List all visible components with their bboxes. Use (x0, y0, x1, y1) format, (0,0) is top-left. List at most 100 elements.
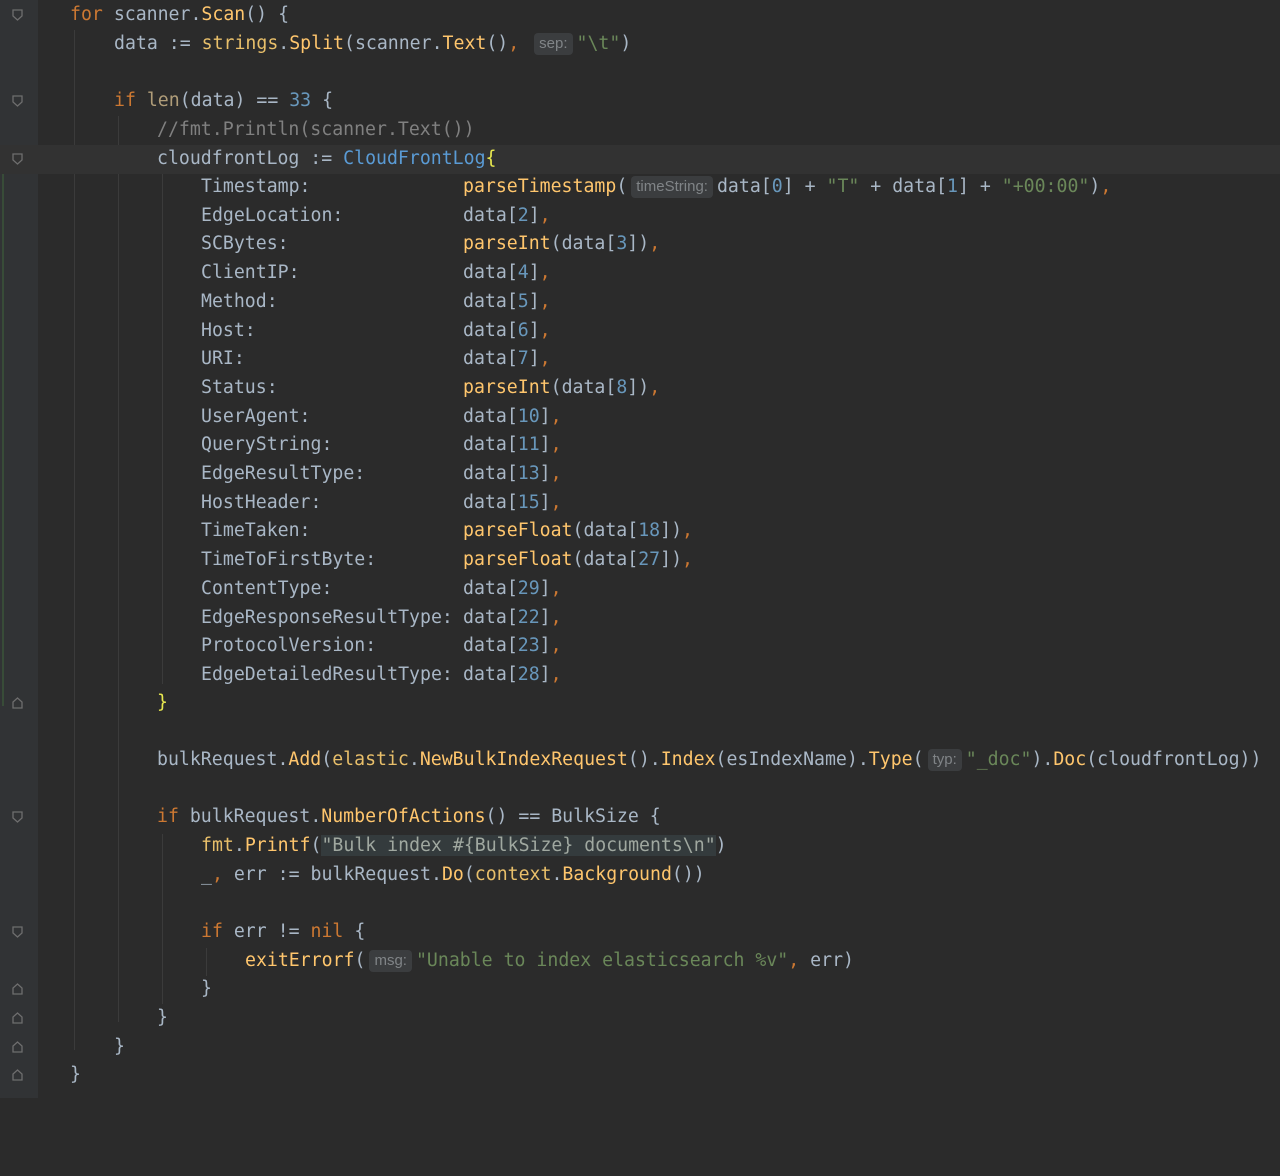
identifier: data (892, 176, 937, 197)
identifier: data (463, 434, 507, 455)
identifier: data (463, 291, 507, 312)
code-line[interactable]: URI: data[7], (0, 345, 1280, 374)
code-line[interactable]: Timestamp: parseTimestamp(timeString: dat… (0, 173, 1280, 202)
number-literal: 2 (517, 205, 529, 226)
code-line[interactable]: TimeToFirstByte: parseFloat(data[27]), (0, 546, 1280, 575)
closing-brace: } (157, 1007, 168, 1028)
number-literal: 28 (517, 664, 540, 685)
keyword: for (70, 4, 103, 25)
code-line[interactable]: EdgeLocation: data[2], (0, 202, 1280, 231)
parameter-hint: msg: (369, 950, 412, 972)
code-line[interactable]: if len(data) == 33 { (0, 87, 1280, 116)
field-name: URI: (201, 348, 245, 369)
field-name: EdgeResultType: (201, 463, 366, 484)
function-call: Background (562, 864, 672, 885)
field-name: TimeTaken: (201, 520, 311, 541)
code-line[interactable]: if err != nil { (0, 918, 1280, 947)
code-line[interactable]: for scanner.Scan() { (0, 1, 1280, 30)
code-line[interactable]: Host: data[6], (0, 317, 1280, 346)
field-name: ClientIP: (201, 262, 300, 283)
identifier: data (561, 377, 606, 398)
method-name: NumberOfActions (321, 806, 486, 827)
method-name: Split (289, 33, 344, 54)
identifier: bulkRequest (157, 749, 278, 770)
parameter-hint: typ: (927, 749, 962, 771)
string-literal: "Unable to index elasticsearch %v" (415, 950, 789, 971)
number-literal: 8 (616, 377, 628, 398)
identifier: data (463, 463, 507, 484)
number-literal: 27 (638, 549, 661, 570)
number-literal: 29 (517, 578, 540, 599)
code-line[interactable]: ClientIP: data[4], (0, 259, 1280, 288)
code-line[interactable]: ProtocolVersion: data[23], (0, 632, 1280, 661)
fold-icon[interactable] (12, 926, 23, 938)
closing-brace: } (201, 978, 212, 999)
fold-icon[interactable] (12, 95, 23, 107)
fold-end-icon[interactable] (12, 1012, 23, 1024)
fold-end-icon[interactable] (12, 1041, 23, 1053)
string-literal: "Bulk index #{BulkSize} documents\n" (321, 835, 716, 856)
identifier: data (463, 492, 507, 513)
identifier: data (463, 635, 507, 656)
code-line[interactable]: _, err := bulkRequest.Do(context.Backgro… (0, 861, 1280, 890)
field-name: HostHeader: (201, 492, 322, 513)
code-line[interactable]: EdgeResponseResultType: data[22], (0, 604, 1280, 633)
code-line[interactable]: SCBytes: parseInt(data[3]), (0, 230, 1280, 259)
code-line[interactable]: ContentType: data[29], (0, 575, 1280, 604)
code-line[interactable]: //fmt.Println(scanner.Text()) (0, 116, 1280, 145)
matched-brace: { (485, 148, 497, 169)
fold-icon[interactable] (12, 811, 23, 823)
code-line[interactable]: data := strings.Split(scanner.Text(), se… (0, 30, 1280, 59)
function-call: parseFloat (463, 549, 573, 570)
code-line[interactable]: EdgeResultType: data[13], (0, 460, 1280, 489)
code-comment: //fmt.Println(scanner.Text()) (157, 119, 475, 140)
code-line[interactable]: } (0, 1004, 1280, 1033)
code-line[interactable]: bulkRequest.Add(elastic.NewBulkIndexRequ… (0, 746, 1280, 775)
code-line[interactable]: exitErrorf(msg: "Unable to index elastics… (0, 947, 1280, 976)
identifier: data (561, 233, 606, 254)
function-call: parseInt (463, 233, 551, 254)
number-literal: 10 (517, 406, 540, 427)
fold-icon[interactable] (12, 153, 23, 165)
code-line[interactable]: } (0, 975, 1280, 1004)
code-line-current[interactable]: cloudfrontLog := CloudFrontLog{ (0, 145, 1280, 174)
field-name: Status: (201, 377, 278, 398)
code-line[interactable]: } (0, 1033, 1280, 1062)
code-line[interactable]: fmt.Printf("Bulk index #{BulkSize} docum… (0, 832, 1280, 861)
fold-end-icon[interactable] (12, 1069, 23, 1081)
identifier: err (810, 950, 844, 971)
type-name: CloudFrontLog (343, 148, 486, 169)
code-line[interactable]: QueryString: data[11], (0, 431, 1280, 460)
code-line[interactable]: } (0, 689, 1280, 718)
number-literal: 7 (517, 348, 529, 369)
code-line[interactable]: EdgeDetailedResultType: data[28], (0, 661, 1280, 690)
code-line[interactable]: if bulkRequest.NumberOfActions() == Bulk… (0, 803, 1280, 832)
fold-icon[interactable] (12, 9, 23, 21)
identifier: esIndexName (726, 749, 847, 770)
field-name: EdgeDetailedResultType: (201, 664, 453, 685)
matched-brace: } (157, 692, 168, 713)
method-name: Doc (1053, 749, 1087, 770)
fold-end-icon[interactable] (12, 983, 23, 995)
code-line[interactable]: } (0, 1061, 1280, 1090)
fold-end-icon[interactable] (12, 697, 23, 709)
package-name: context (474, 864, 552, 885)
method-name: Do (441, 864, 464, 885)
code-line[interactable]: UserAgent: data[10], (0, 403, 1280, 432)
identifier: bulkRequest (310, 864, 431, 885)
identifier: data (463, 348, 507, 369)
field-name: EdgeLocation: (201, 205, 344, 226)
code-editor[interactable]: for scanner.Scan() { data := strings.Spl… (0, 0, 1280, 1098)
identifier: scanner (354, 33, 432, 54)
code-line[interactable]: Method: data[5], (0, 288, 1280, 317)
identifier: data (463, 205, 507, 226)
identifier: cloudfrontLog (157, 148, 300, 169)
code-line[interactable]: HostHeader: data[15], (0, 489, 1280, 518)
keyword: nil (310, 921, 344, 942)
identifier: data (716, 176, 761, 197)
identifier: data (583, 520, 628, 541)
string-literal: "_doc" (965, 749, 1032, 770)
code-line[interactable]: Status: parseInt(data[8]), (0, 374, 1280, 403)
code-line[interactable]: TimeTaken: parseFloat(data[18]), (0, 517, 1280, 546)
number-literal: 18 (638, 520, 661, 541)
